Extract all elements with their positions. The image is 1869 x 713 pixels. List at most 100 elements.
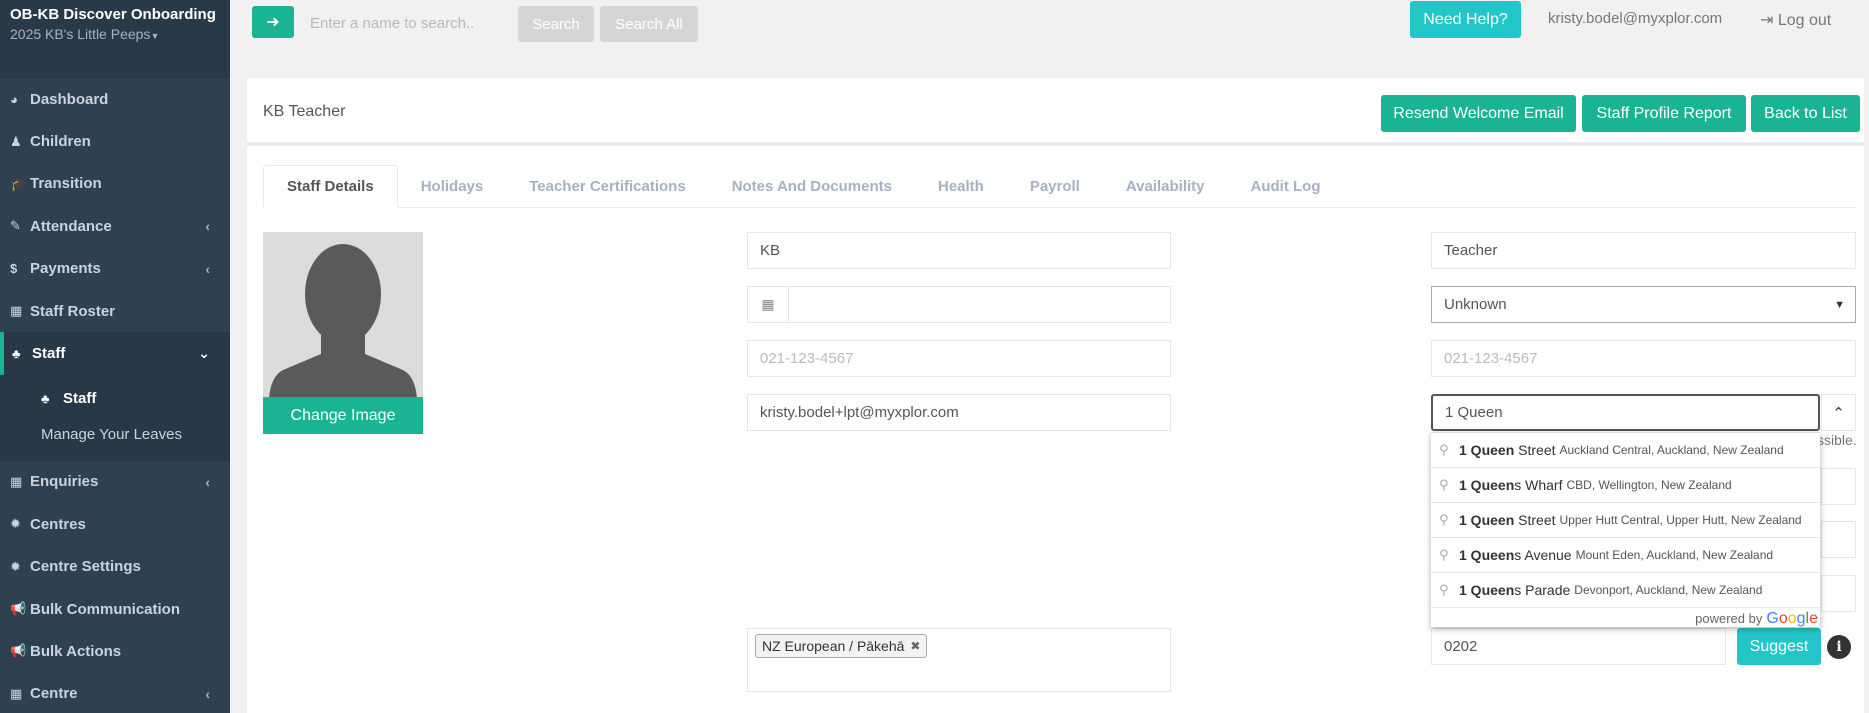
tab-payroll[interactable]: Payroll: [1007, 165, 1103, 208]
nav-label: Children: [30, 133, 91, 151]
nav-centres[interactable]: ✹ Centres: [0, 503, 230, 545]
last-name-field[interactable]: Teacher: [1431, 232, 1856, 269]
search-all-button[interactable]: Search All: [600, 6, 698, 42]
phone-mobile-field[interactable]: 021-123-4567: [747, 340, 1171, 377]
back-to-list-button[interactable]: Back to List: [1751, 95, 1860, 132]
staff-profile-report-button[interactable]: Staff Profile Report: [1582, 95, 1746, 132]
phone-work-field[interactable]: 021-123-4567: [1431, 340, 1856, 377]
subnav-label: Staff: [63, 390, 97, 408]
nav-payments[interactable]: $ Payments ‹: [0, 248, 230, 290]
nav-label: Payments: [30, 260, 101, 278]
org-header[interactable]: OB-KB Discover Onboarding 2025 KB's Litt…: [0, 0, 230, 78]
birth-date-field[interactable]: [788, 286, 1171, 323]
resend-welcome-email-button[interactable]: Resend Welcome Email: [1381, 95, 1576, 132]
tab-bar: Staff Details Holidays Teacher Certifica…: [263, 165, 1856, 208]
rest-text: s Parade: [1514, 582, 1571, 598]
topbar: ➜ Search Search All Need Help? kristy.bo…: [230, 0, 1869, 48]
subnav-manage-leaves[interactable]: Manage Your Leaves: [0, 417, 230, 453]
nav-bulk-actions[interactable]: 📢 Bulk Actions: [0, 630, 230, 672]
nav-label: Transition: [30, 175, 102, 193]
tab-staff-details[interactable]: Staff Details: [263, 165, 398, 208]
secondary-text: CBD, Wellington, New Zealand: [1566, 478, 1732, 492]
ethnicity-tag[interactable]: NZ European / Pākehā ✖: [755, 634, 928, 658]
collapse-address-button[interactable]: ⌃: [1821, 394, 1856, 431]
nav-label: Attendance: [30, 217, 112, 235]
gear-icon: ✹: [10, 558, 21, 574]
rest-text: Street: [1514, 512, 1556, 528]
address-hint: ssible.: [1817, 432, 1857, 448]
tab-notes-and-documents[interactable]: Notes And Documents: [709, 165, 915, 208]
nav-label: Bulk Actions: [30, 642, 122, 660]
arrow-left-icon: ➜: [266, 14, 280, 31]
gender-select[interactable]: Unknown ▼: [1431, 286, 1856, 323]
nav-label: Bulk Communication: [30, 600, 181, 618]
match-text: 1 Queen: [1459, 442, 1515, 458]
autocomplete-item[interactable]: ⚲ 1 Queens Parade Devonport, Auckland, New…: [1431, 573, 1820, 608]
gear-icon: ✹: [10, 516, 21, 532]
edit-icon: ✎: [10, 218, 21, 234]
powered-by-text: powered by: [1695, 611, 1763, 626]
centre-selector[interactable]: 2025 KB's Little Peeps▼: [10, 26, 220, 42]
nav-transition[interactable]: 🎓 Transition: [0, 163, 230, 205]
nav-dashboard[interactable]: ◕ Dashboard: [0, 78, 230, 120]
chevron-down-icon: ▼: [1834, 298, 1845, 311]
nav-attendance[interactable]: ✎ Attendance ‹: [0, 205, 230, 247]
nav-staff-roster[interactable]: ▦ Staff Roster: [0, 290, 230, 332]
nav-label: Centre: [30, 685, 78, 703]
autocomplete-item[interactable]: ⚲ 1 Queens Avenue Mount Eden, Auckland, Ne…: [1431, 538, 1820, 573]
map-pin-icon: ⚲: [1439, 477, 1449, 492]
nav-enquiries[interactable]: ▦ Enquiries ‹: [0, 461, 230, 503]
back-arrow-button[interactable]: ➜: [252, 6, 294, 38]
map-pin-icon: ⚲: [1439, 442, 1449, 457]
rest-text: Street: [1514, 442, 1556, 458]
autocomplete-item[interactable]: ⚲ 1 Queens Wharf CBD, Wellington, New Zeal…: [1431, 468, 1820, 503]
sidebar: OB-KB Discover Onboarding 2025 KB's Litt…: [0, 0, 230, 713]
powered-by-google: powered by Google: [1431, 608, 1820, 629]
tab-availability[interactable]: Availability: [1103, 165, 1228, 208]
sign-out-icon: ⇥: [1760, 12, 1778, 29]
tab-teacher-certifications[interactable]: Teacher Certifications: [506, 165, 708, 208]
need-help-button[interactable]: Need Help?: [1410, 1, 1521, 38]
ethnicity-tag-label: NZ European / Pākehā: [762, 638, 905, 654]
nav-children[interactable]: ♟ Children: [0, 120, 230, 162]
address-field[interactable]: 1 Queen: [1431, 394, 1820, 431]
match-text: 1 Queen: [1459, 477, 1515, 493]
user-email[interactable]: kristy.bodel@myxplor.com: [1548, 10, 1722, 27]
nav-label: Dashboard: [30, 90, 109, 108]
secondary-text: Upper Hutt Central, Upper Hutt, New Zeal…: [1559, 513, 1802, 527]
personal-email-field[interactable]: kristy.bodel+lpt@myxplor.com: [747, 394, 1171, 431]
address-line-field[interactable]: [1821, 468, 1856, 505]
address-postcode-field[interactable]: [1821, 575, 1856, 612]
tab-audit-log[interactable]: Audit Log: [1228, 165, 1344, 208]
search-input[interactable]: [300, 6, 540, 40]
search-button[interactable]: Search: [518, 6, 594, 42]
nav-label: Staff Roster: [30, 302, 116, 320]
tab-holidays[interactable]: Holidays: [398, 165, 507, 208]
autocomplete-item[interactable]: ⚲ 1 Queen Street Upper Hutt Central, Upper…: [1431, 503, 1820, 538]
nav-centre[interactable]: ▦ Centre ‹: [0, 673, 230, 713]
autocomplete-item[interactable]: ⚲ 1 Queen Street Auckland Central, Aucklan…: [1431, 433, 1820, 468]
nav-centre-settings[interactable]: ✹ Centre Settings: [0, 546, 230, 588]
staff-pin-field[interactable]: 0202: [1431, 628, 1726, 665]
subnav-staff[interactable]: ♣ Staff: [0, 381, 230, 417]
rest-text: s Wharf: [1514, 477, 1563, 493]
grid-icon: ▦: [10, 473, 23, 489]
first-name-field[interactable]: KB: [747, 232, 1171, 269]
chevron-left-icon: ‹: [205, 218, 210, 235]
calendar-icon[interactable]: ▦: [747, 286, 789, 323]
nav-bulk-communication[interactable]: 📢 Bulk Communication: [0, 588, 230, 630]
gender-value: Unknown: [1444, 296, 1507, 313]
tab-health[interactable]: Health: [915, 165, 1007, 208]
remove-tag-icon[interactable]: ✖: [910, 639, 920, 653]
nav-staff[interactable]: ♣ Staff ⌄: [0, 332, 230, 375]
info-icon[interactable]: i: [1827, 635, 1851, 659]
sitemap-icon: ♣: [12, 346, 21, 362]
match-text: 1 Queen: [1459, 512, 1515, 528]
change-image-button[interactable]: Change Image: [263, 397, 423, 434]
graduation-cap-icon: 🎓: [10, 175, 27, 191]
suggest-pin-button[interactable]: Suggest: [1737, 628, 1821, 665]
secondary-text: Auckland Central, Auckland, New Zealand: [1559, 443, 1784, 457]
address-city-field[interactable]: [1821, 521, 1856, 558]
logout-link[interactable]: ⇥ Log out: [1760, 10, 1831, 30]
child-icon: ♟: [10, 133, 22, 149]
